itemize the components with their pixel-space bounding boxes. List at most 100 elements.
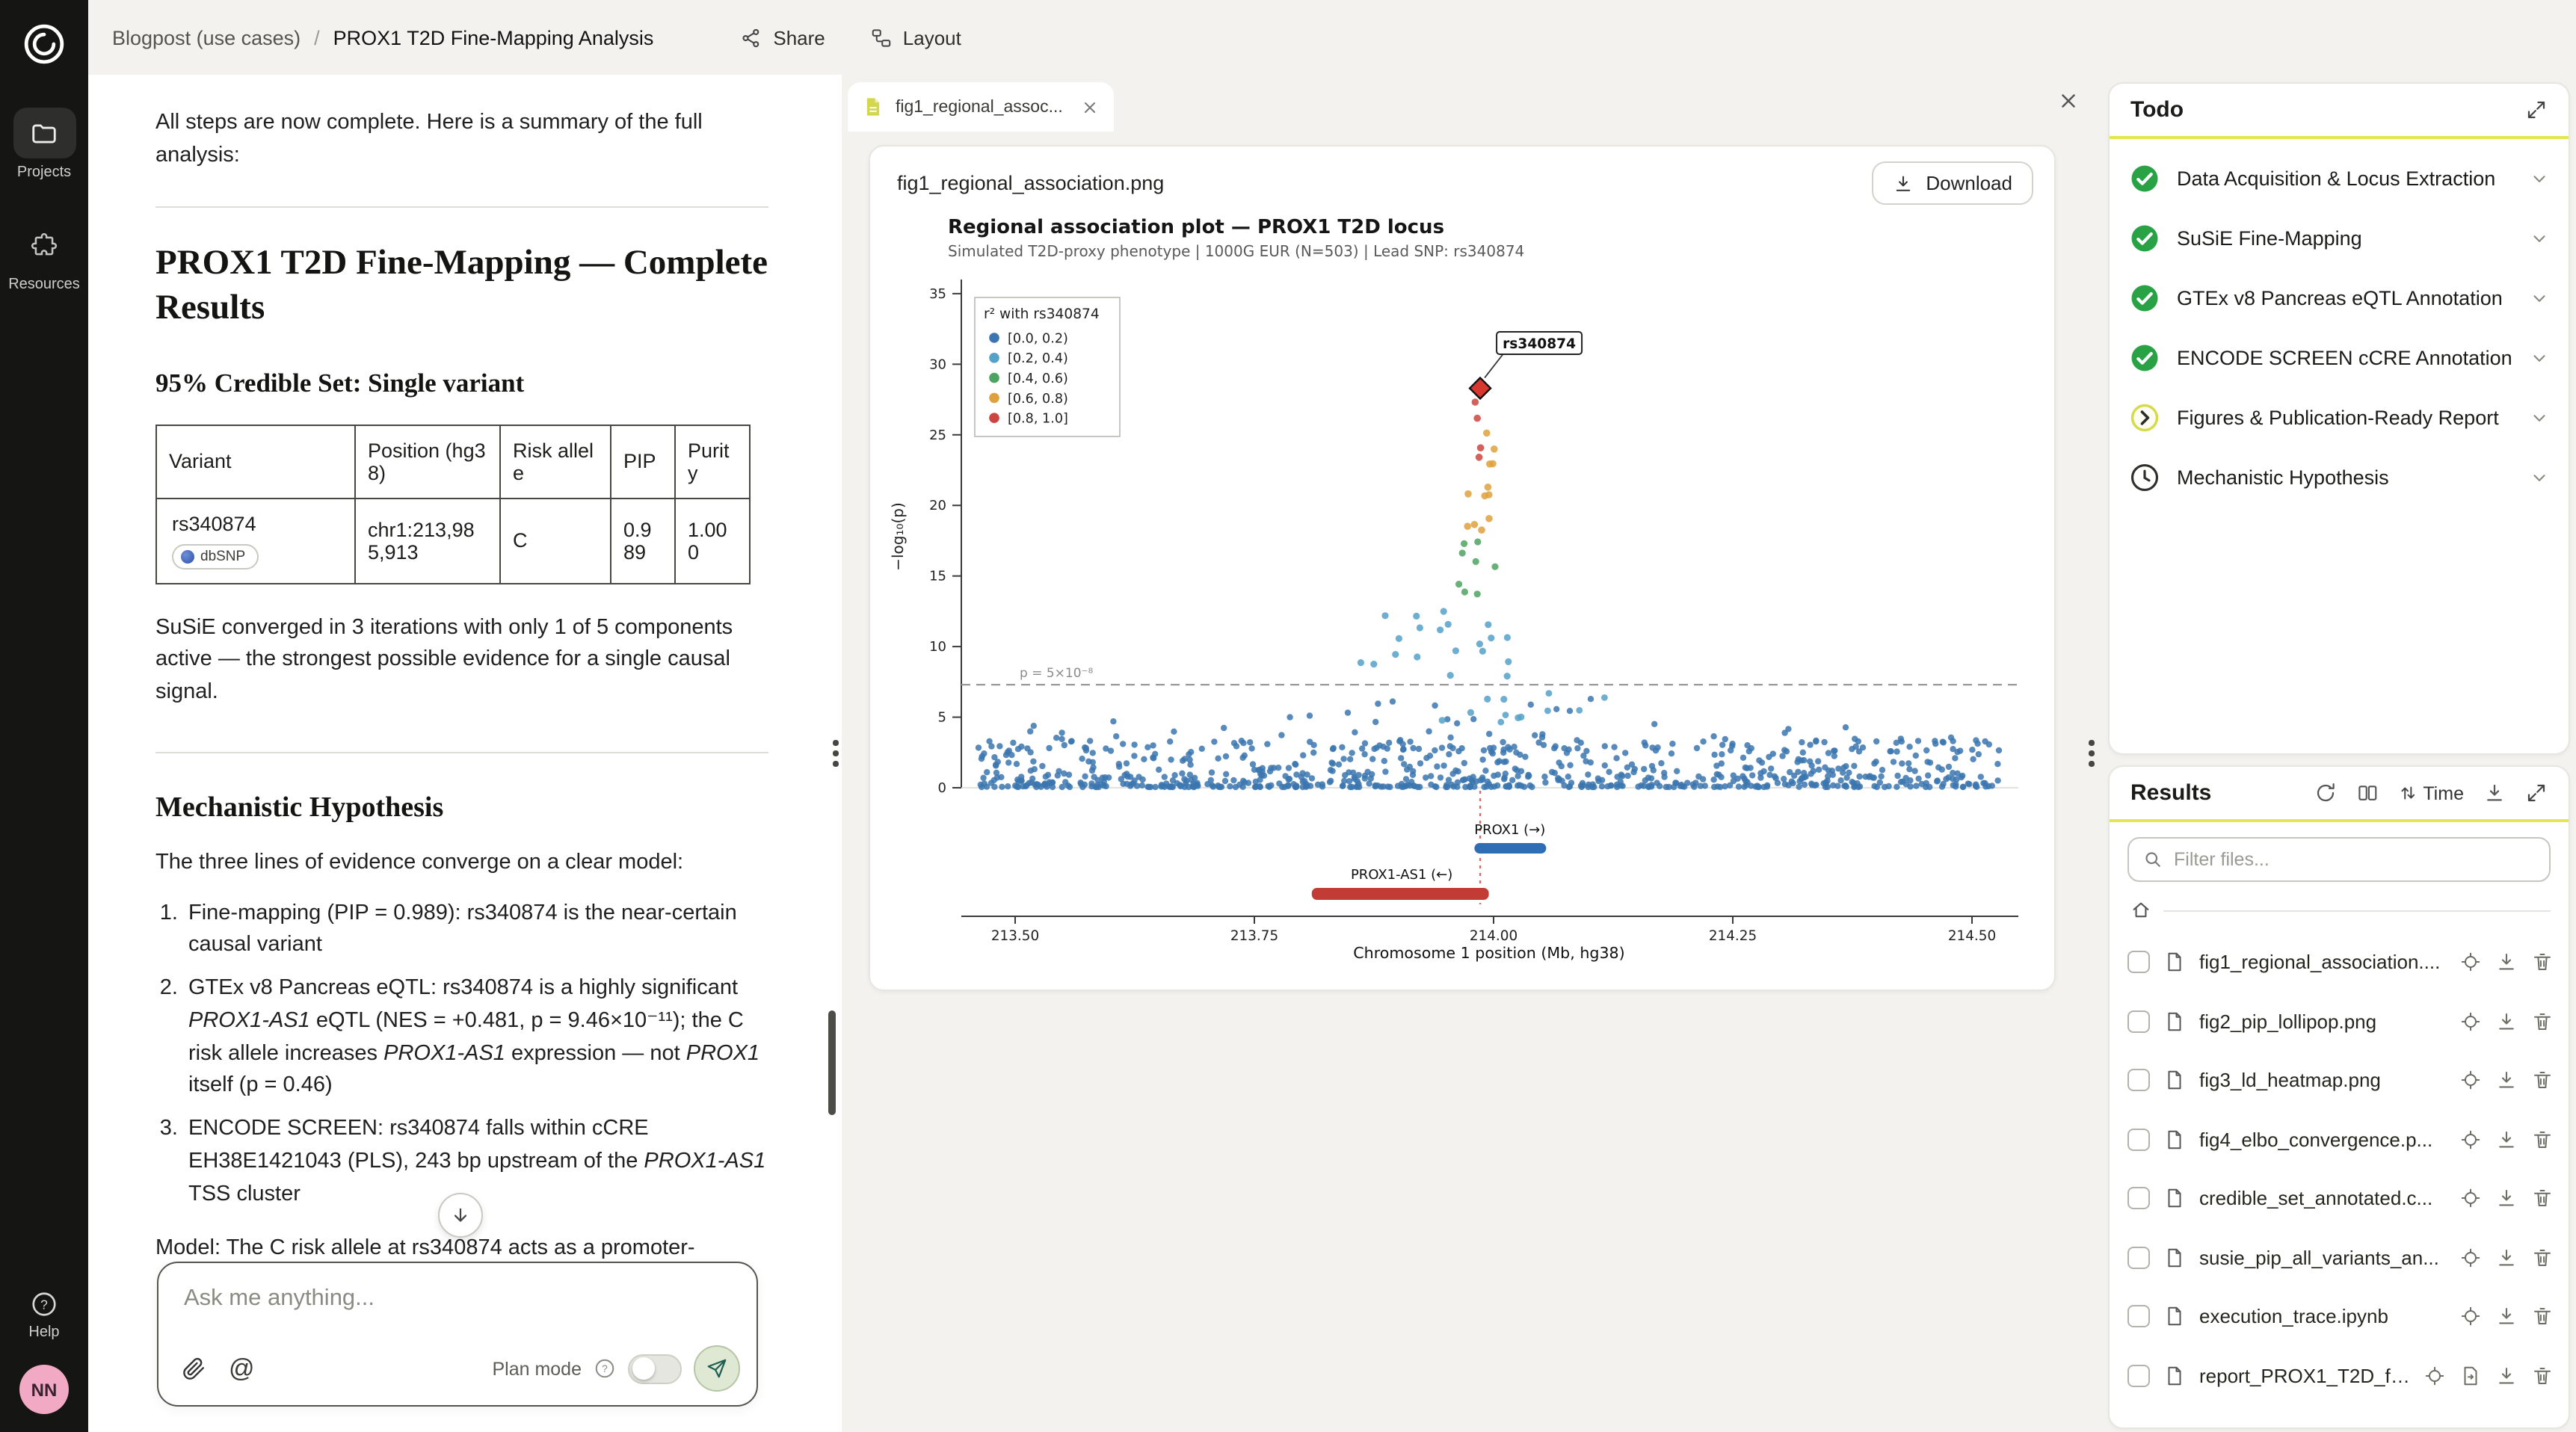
mention-icon[interactable]: @ xyxy=(229,1354,255,1383)
locate-file-button[interactable] xyxy=(2459,1010,2482,1033)
delete-file-button[interactable] xyxy=(2531,1365,2554,1387)
sort-by-time-button[interactable]: Time xyxy=(2397,783,2464,803)
file-icon xyxy=(2168,1012,2181,1031)
download-file-button[interactable] xyxy=(2495,1365,2518,1387)
attach-icon[interactable] xyxy=(181,1356,206,1381)
locate-file-button[interactable] xyxy=(2459,1129,2482,1151)
split-view-icon[interactable] xyxy=(2355,782,2378,804)
download-file-button[interactable] xyxy=(2495,1247,2518,1269)
chevron-down-icon[interactable] xyxy=(2530,407,2549,427)
sort-label: Time xyxy=(2423,783,2464,803)
delete-file-button[interactable] xyxy=(2531,1070,2554,1092)
app-logo[interactable] xyxy=(19,19,69,69)
divider xyxy=(155,751,768,753)
file-row[interactable]: fig4_elbo_convergence.p... xyxy=(2110,1110,2569,1169)
download-file-button[interactable] xyxy=(2495,1010,2518,1033)
locate-file-button[interactable] xyxy=(2459,1188,2482,1210)
delete-file-button[interactable] xyxy=(2531,1188,2554,1210)
file-name: report_PROX1_T2D_fi... xyxy=(2199,1364,2410,1387)
delete-file-button[interactable] xyxy=(2531,1247,2554,1269)
report-title: PROX1 T2D Fine-Mapping — Complete Result… xyxy=(155,243,768,328)
delete-file-button[interactable] xyxy=(2531,1010,2554,1033)
locate-file-button[interactable] xyxy=(2459,1247,2482,1269)
delete-file-button[interactable] xyxy=(2531,1306,2554,1328)
home-icon[interactable] xyxy=(2130,900,2151,921)
sidebar-item-projects[interactable]: Projects xyxy=(13,108,76,181)
file-checkbox[interactable] xyxy=(2127,1010,2150,1033)
file-row[interactable]: report_PROX1_T2D_fi... xyxy=(2110,1346,2569,1405)
file-checkbox[interactable] xyxy=(2127,1187,2150,1210)
avatar[interactable]: NN xyxy=(19,1365,69,1414)
download-all-icon[interactable] xyxy=(2483,782,2506,804)
locate-file-button[interactable] xyxy=(2459,951,2482,974)
file-row[interactable]: execution_trace.ipynb xyxy=(2110,1287,2569,1346)
chevron-down-icon[interactable] xyxy=(2530,168,2549,188)
todo-item[interactable]: Mechanistic Hypothesis xyxy=(2110,447,2569,507)
download-button[interactable]: Download xyxy=(1872,161,2033,205)
file-checkbox[interactable] xyxy=(2127,1069,2150,1092)
puzzle-icon xyxy=(31,232,58,255)
todo-item[interactable]: Figures & Publication-Ready Report xyxy=(2110,387,2569,447)
todo-item[interactable]: SuSiE Fine-Mapping xyxy=(2110,208,2569,268)
file-name: fig3_ld_heatmap.png xyxy=(2199,1069,2381,1092)
svg-text:?: ? xyxy=(40,1297,48,1312)
todo-item[interactable]: ENCODE SCREEN cCRE Annotation xyxy=(2110,327,2569,387)
download-file-button[interactable] xyxy=(2495,1306,2518,1328)
help-button[interactable]: ? Help xyxy=(28,1290,60,1341)
file-checkbox[interactable] xyxy=(2127,1246,2150,1269)
tab-fig1-regional-association[interactable]: fig1_regional_assoc... xyxy=(848,82,1114,132)
file-checkbox[interactable] xyxy=(2127,1364,2150,1387)
chevron-down-icon[interactable] xyxy=(2530,348,2549,367)
scroll-to-bottom-button[interactable] xyxy=(438,1193,483,1238)
share-button[interactable]: Share xyxy=(740,26,825,49)
file-row[interactable]: fig1_regional_association.... xyxy=(2110,933,2569,992)
plan-mode-toggle[interactable] xyxy=(628,1354,682,1383)
download-file-button[interactable] xyxy=(2495,1129,2518,1151)
filter-files-input[interactable] xyxy=(2174,849,2536,870)
export-file-icon xyxy=(2464,1366,2477,1385)
download-file-button[interactable] xyxy=(2495,1070,2518,1092)
download-file-button[interactable] xyxy=(2495,1188,2518,1210)
plan-mode-help-icon[interactable]: ? xyxy=(594,1357,616,1380)
download-file-icon xyxy=(2499,1190,2514,1206)
left-rail: Projects Resources ? Help NN xyxy=(0,0,88,1432)
file-checkbox[interactable] xyxy=(2127,951,2150,974)
close-viewer-icon[interactable] xyxy=(2057,90,2080,112)
close-tab-icon[interactable] xyxy=(1081,98,1099,116)
layout-button[interactable]: Layout xyxy=(870,26,961,49)
file-checkbox[interactable] xyxy=(2127,1305,2150,1328)
expand-results-icon[interactable] xyxy=(2525,782,2548,804)
delete-file-button[interactable] xyxy=(2531,951,2554,974)
chat-input[interactable]: Ask me anything... xyxy=(158,1263,757,1312)
dbsnp-badge[interactable]: dbSNP xyxy=(172,543,259,570)
delete-file-button[interactable] xyxy=(2531,1129,2554,1151)
file-row[interactable]: fig2_pip_lollipop.png xyxy=(2110,992,2569,1051)
panel-resize-handle[interactable] xyxy=(2086,740,2098,766)
locate-file-button[interactable] xyxy=(2424,1365,2446,1387)
panel-resize-handle[interactable] xyxy=(830,740,842,766)
sidebar-item-resources[interactable]: Resources xyxy=(8,220,80,293)
chevron-down-icon[interactable] xyxy=(2530,288,2549,307)
file-row[interactable]: susie_pip_all_variants_an... xyxy=(2110,1228,2569,1287)
todo-item[interactable]: GTEx v8 Pancreas eQTL Annotation xyxy=(2110,268,2569,327)
todo-item[interactable]: Data Acquisition & Locus Extraction xyxy=(2110,148,2569,208)
svg-text:[0.4, 0.6): [0.4, 0.6) xyxy=(1008,371,1068,386)
locate-file-button[interactable] xyxy=(2459,1070,2482,1092)
chevron-down-icon[interactable] xyxy=(2530,228,2549,247)
export-file-button[interactable] xyxy=(2459,1365,2482,1387)
chevron-down-icon[interactable] xyxy=(2530,467,2549,487)
file-checkbox[interactable] xyxy=(2127,1128,2150,1151)
breadcrumb-section[interactable]: Blogpost (use cases) xyxy=(112,26,301,49)
download-file-button[interactable] xyxy=(2495,951,2518,974)
locate-file-icon xyxy=(2461,1130,2480,1149)
hypothesis-intro: The three lines of evidence converge on … xyxy=(155,850,684,874)
file-row[interactable]: credible_set_annotated.c... xyxy=(2110,1169,2569,1228)
locate-file-icon xyxy=(2461,1307,2480,1326)
send-icon xyxy=(707,1359,727,1378)
refresh-icon[interactable] xyxy=(2314,782,2336,804)
send-button[interactable] xyxy=(694,1345,740,1392)
file-row[interactable]: fig3_ld_heatmap.png xyxy=(2110,1051,2569,1110)
locate-file-button[interactable] xyxy=(2459,1306,2482,1328)
expand-todo-icon[interactable] xyxy=(2525,99,2548,121)
scrollbar-thumb[interactable] xyxy=(828,1010,836,1115)
